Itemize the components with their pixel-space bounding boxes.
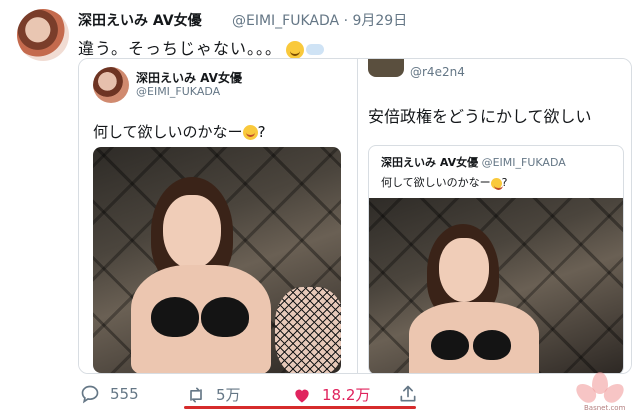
tweet-date[interactable]: 9月29日 — [352, 13, 407, 29]
retweet-button[interactable]: 5万 — [186, 384, 241, 405]
attached-image[interactable]: 深田えいみ AV女優 @EIMI_FUKADA 何して欲しいのかなー? @r4e… — [78, 58, 632, 374]
tweet-text-body: 違う。そっちじゃない。。。 — [78, 39, 283, 58]
face — [439, 238, 489, 302]
author-handle-and-date[interactable]: @EIMI_FUKADA · 9月29日 — [232, 10, 407, 30]
quoted-text-suffix: ? — [257, 123, 266, 141]
inner-author-handle: @EIMI_FUKADA — [481, 156, 566, 169]
quoted-text-body: 何して欲しいのかなー — [93, 123, 243, 141]
smiling-face-icon — [242, 125, 258, 140]
quoted-author-name: 深田えいみ AV女優 — [136, 71, 242, 85]
lingerie-left — [151, 297, 199, 337]
quoted-avatar — [93, 67, 129, 103]
like-button[interactable]: 18.2万 — [292, 384, 370, 405]
reply-handle: @r4e2n4 — [410, 65, 465, 79]
inner-text: 何して欲しいのかなー? — [381, 174, 508, 190]
quoted-photo — [93, 147, 341, 373]
author-avatar[interactable] — [17, 9, 69, 61]
reply-text: 安倍政権をどうにかして欲しい — [368, 107, 592, 126]
lingerie-right — [201, 297, 249, 337]
face — [163, 195, 221, 269]
inner-text-body: 何して欲しいのかなー — [381, 176, 491, 189]
relieved-face-icon — [286, 40, 305, 59]
quoted-tweet-right: @r4e2n4 安倍政権をどうにかして欲しい 深田えいみ AV女優 @EIMI_… — [358, 59, 631, 373]
quoted-author-handle: @EIMI_FUKADA — [136, 85, 221, 98]
like-count: 18.2万 — [322, 386, 371, 404]
reply-icon — [81, 385, 99, 404]
author-name[interactable]: 深田えいみ AV女優 — [78, 10, 202, 30]
quoted-text: 何して欲しいのかなー? — [93, 121, 266, 142]
watermark-text: Basnet.com — [584, 404, 626, 412]
smiling-face-icon — [490, 177, 503, 190]
lingerie-right — [473, 330, 511, 360]
quoted-tweet-left: 深田えいみ AV女優 @EIMI_FUKADA 何して欲しいのかなー? — [79, 59, 357, 373]
highlight-underline — [184, 406, 416, 409]
tweet-text: 違う。そっちじゃない。。。 — [78, 35, 325, 59]
lingerie-left — [431, 330, 469, 360]
retweet-icon — [190, 387, 202, 402]
author-handle: @EIMI_FUKADA — [232, 13, 340, 29]
inner-header: 深田えいみ AV女優 @EIMI_FUKADA — [381, 154, 566, 170]
inner-photo — [369, 198, 623, 373]
inner-quoted-tweet: 深田えいみ AV女優 @EIMI_FUKADA 何して欲しいのかなー? — [368, 145, 624, 373]
speech-cloud-icon — [306, 44, 325, 55]
fishnet-leg — [275, 287, 341, 373]
share-button[interactable] — [398, 384, 428, 404]
share-icon — [400, 385, 416, 402]
inner-author-name: 深田えいみ AV女優 — [381, 156, 479, 169]
retweet-count: 5万 — [216, 386, 241, 404]
separator-dot: · — [343, 13, 349, 29]
reply-button[interactable]: 555 — [80, 384, 139, 404]
reply-count: 555 — [110, 385, 139, 403]
reply-avatar — [368, 59, 404, 77]
heart-icon — [295, 389, 309, 402]
